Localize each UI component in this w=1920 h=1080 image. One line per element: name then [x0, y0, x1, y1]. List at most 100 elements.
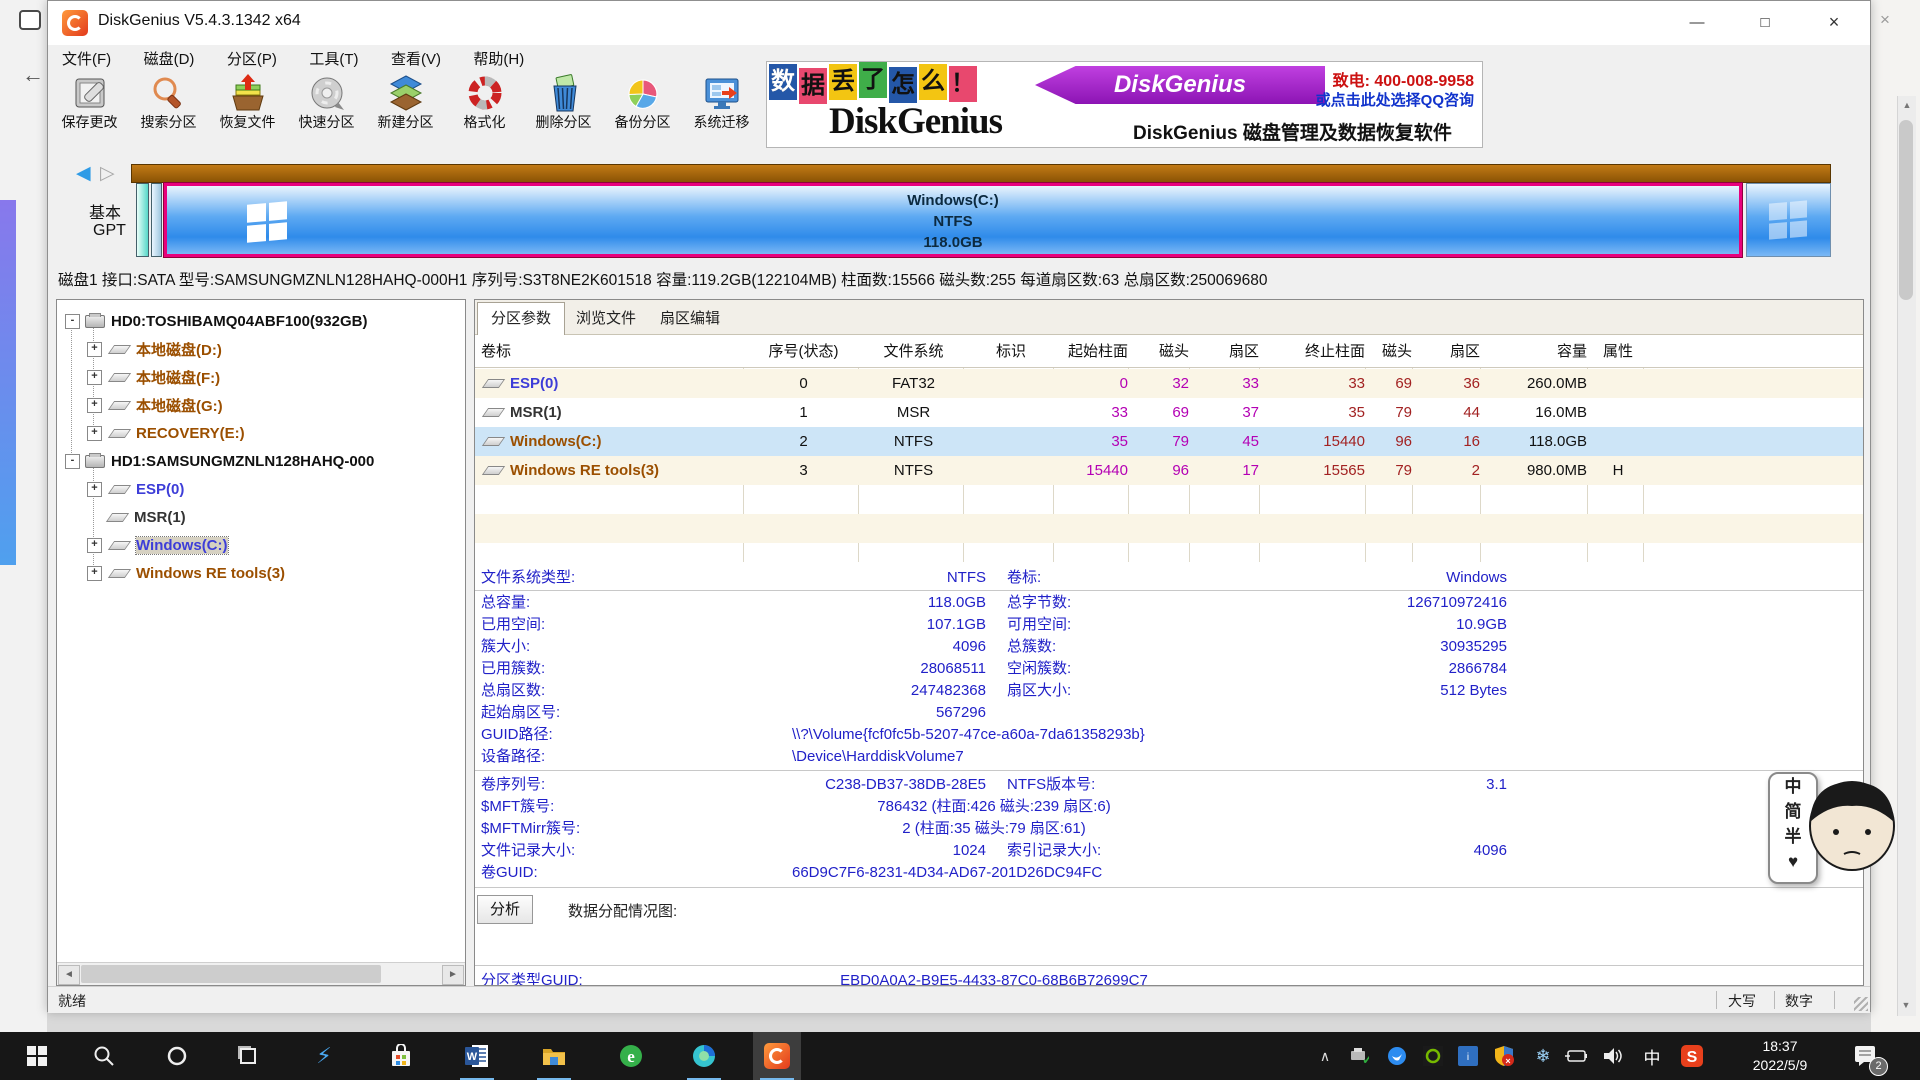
toolbar-label: 新建分区: [366, 112, 445, 132]
word-button[interactable]: W: [453, 1032, 501, 1080]
prev-disk-icon[interactable]: ◀: [76, 162, 91, 185]
intel-graphics-icon[interactable]: i: [1453, 1032, 1483, 1080]
recover-files-button[interactable]: 恢复文件: [208, 73, 287, 151]
msr-partition-segment[interactable]: [151, 183, 162, 257]
start-button[interactable]: [13, 1032, 61, 1080]
tab-sector-edit[interactable]: 扇区编辑: [647, 303, 733, 334]
tab-partition-params[interactable]: 分区参数: [477, 302, 565, 335]
cortana-button[interactable]: [153, 1032, 201, 1080]
tree-item-msr[interactable]: MSR(1): [57, 504, 466, 530]
backup-partition-button[interactable]: 备份分区: [603, 73, 682, 151]
nvidia-icon[interactable]: [1418, 1032, 1448, 1080]
print-status-icon[interactable]: ✓: [1344, 1032, 1374, 1080]
expand-icon[interactable]: +: [87, 566, 102, 581]
next-disk-icon[interactable]: ▷: [100, 162, 115, 185]
taskbar-search-button[interactable]: [80, 1032, 128, 1080]
volume-icon[interactable]: [1598, 1032, 1628, 1080]
tree-item-hd0[interactable]: - HD0:TOSHIBAMQ04ABF100(932GB): [57, 308, 466, 334]
collapse-icon[interactable]: -: [65, 314, 80, 329]
row-end-cyl: 15565: [1265, 456, 1365, 485]
promo-banner[interactable]: 数 据 丢 了 怎 么 ！ 数 DiskGenius DiskGenius 致电…: [766, 61, 1483, 148]
tree-item-recovery-e[interactable]: + RECOVERY(E:): [57, 420, 466, 446]
menu-help[interactable]: 帮助(H): [459, 45, 538, 69]
resize-grip[interactable]: [1854, 997, 1868, 1011]
tree-item-esp[interactable]: + ESP(0): [57, 476, 466, 502]
new-partition-button[interactable]: 新建分区: [366, 73, 445, 151]
menu-partition[interactable]: 分区(P): [213, 45, 291, 69]
row-seq: 0: [749, 369, 858, 398]
analyze-button[interactable]: 分析: [477, 895, 533, 924]
expand-icon[interactable]: +: [87, 538, 102, 553]
task-view-button[interactable]: [224, 1032, 272, 1080]
defender-alert-icon[interactable]: ×: [1489, 1032, 1519, 1080]
toolbar-label: 系统迁移: [682, 112, 761, 132]
save-changes-button[interactable]: 保存更改: [50, 73, 129, 151]
title-bar[interactable]: DiskGenius V5.4.3.1342 x64 — □ ×: [48, 1, 1870, 45]
row-fs: NTFS: [864, 427, 963, 456]
thunder-app-button[interactable]: ⚡: [300, 1032, 348, 1080]
tab-browse-files[interactable]: 浏览文件: [563, 303, 649, 334]
delete-partition-button[interactable]: 删除分区: [524, 73, 603, 151]
expand-icon[interactable]: +: [87, 482, 102, 497]
hidden-icons-button[interactable]: ∧: [1310, 1032, 1340, 1080]
edge-button[interactable]: [680, 1032, 728, 1080]
expand-icon[interactable]: +: [87, 426, 102, 441]
diskgenius-taskbar-button[interactable]: [753, 1032, 801, 1080]
scroll-down-icon[interactable]: ▼: [1897, 996, 1915, 1014]
table-row-windows-c-selected[interactable]: Windows(C:) 2 NTFS 35 79 45 15440 96 16 …: [475, 427, 1863, 456]
detail-value: 66D9C7F6-8231-4D34-AD67-201D26DC94FC: [792, 862, 1102, 884]
table-row-msr[interactable]: MSR(1) 1 MSR 33 69 37 35 79 44 16.0MB: [475, 398, 1863, 427]
tree-item-local-f[interactable]: + 本地磁盘(F:): [57, 364, 466, 390]
expand-icon[interactable]: +: [87, 342, 102, 357]
windows-logo-icon: [247, 201, 287, 242]
power-icon[interactable]: [1561, 1032, 1591, 1080]
tree-horizontal-scrollbar[interactable]: ◄ ►: [57, 962, 465, 985]
collapse-icon[interactable]: -: [65, 454, 80, 469]
banner-tile: 了: [859, 62, 887, 98]
expand-icon[interactable]: +: [87, 370, 102, 385]
snowflake-icon[interactable]: ❄: [1528, 1032, 1558, 1080]
system-migration-button[interactable]: 系统迁移: [682, 73, 761, 151]
ime-indicator[interactable]: 中: [1637, 1032, 1667, 1080]
close-button[interactable]: ×: [1811, 7, 1857, 38]
background-gradient-strip: [0, 200, 16, 565]
windows-c-partition-segment[interactable]: Windows(C:) NTFS 118.0GB: [164, 183, 1742, 257]
expand-icon[interactable]: +: [87, 398, 102, 413]
detail-value: 4096: [481, 636, 986, 658]
quick-partition-button[interactable]: 快速分区: [287, 73, 366, 151]
tree-item-windows-re[interactable]: + Windows RE tools(3): [57, 560, 466, 586]
dingtalk-icon[interactable]: [1382, 1032, 1412, 1080]
taskbar-clock[interactable]: 18:37 2022/5/9: [1730, 1037, 1830, 1075]
partition-tree-panel[interactable]: - HD0:TOSHIBAMQ04ABF100(932GB) + 本地磁盘(D:…: [56, 299, 466, 986]
esp-partition-segment[interactable]: [136, 183, 149, 257]
row-end-sector: 16: [1418, 427, 1480, 456]
scroll-left-icon[interactable]: ◄: [58, 965, 80, 985]
menu-tools[interactable]: 工具(T): [295, 45, 372, 69]
minimize-button[interactable]: —: [1674, 7, 1720, 38]
table-row-esp[interactable]: ESP(0) 0 FAT32 0 32 33 33 69 36 260.0MB: [475, 369, 1863, 398]
tree-item-local-g[interactable]: + 本地磁盘(G:): [57, 392, 466, 418]
windows-taskbar: ⚡ W e ∧ ✓ i × ❄ 中: [0, 1032, 1920, 1080]
sogou-icon[interactable]: S: [1675, 1032, 1709, 1080]
maximize-button[interactable]: □: [1742, 7, 1788, 38]
windows-re-partition-segment[interactable]: [1746, 183, 1831, 257]
scrollbar-thumb[interactable]: [81, 965, 381, 983]
file-explorer-button[interactable]: [530, 1032, 578, 1080]
menu-view[interactable]: 查看(V): [377, 45, 455, 69]
banner-qq-link[interactable]: 或点击此处选择QQ咨询: [1316, 89, 1474, 110]
tree-item-local-d[interactable]: + 本地磁盘(D:): [57, 336, 466, 362]
search-partition-button[interactable]: 搜索分区: [129, 73, 208, 151]
browser-360-button[interactable]: e: [607, 1032, 655, 1080]
scroll-right-icon[interactable]: ►: [442, 965, 464, 985]
format-button[interactable]: 格式化: [445, 73, 524, 151]
scroll-up-icon[interactable]: ▲: [1898, 96, 1916, 114]
background-scrollbar-thumb[interactable]: [1899, 120, 1913, 300]
clock-date: 2022/5/9: [1730, 1056, 1830, 1075]
store-button[interactable]: [377, 1032, 425, 1080]
table-row-windows-re[interactable]: Windows RE tools(3) 3 NTFS 15440 96 17 1…: [475, 456, 1863, 485]
tree-item-hd1[interactable]: - HD1:SAMSUNGMZNLN128HAHQ-000: [57, 448, 466, 474]
menu-disk[interactable]: 磁盘(D): [130, 45, 209, 69]
tree-item-windows-c[interactable]: + Windows(C:): [57, 532, 466, 558]
menu-file[interactable]: 文件(F): [48, 45, 125, 69]
notification-center-button[interactable]: 2: [1842, 1032, 1890, 1080]
